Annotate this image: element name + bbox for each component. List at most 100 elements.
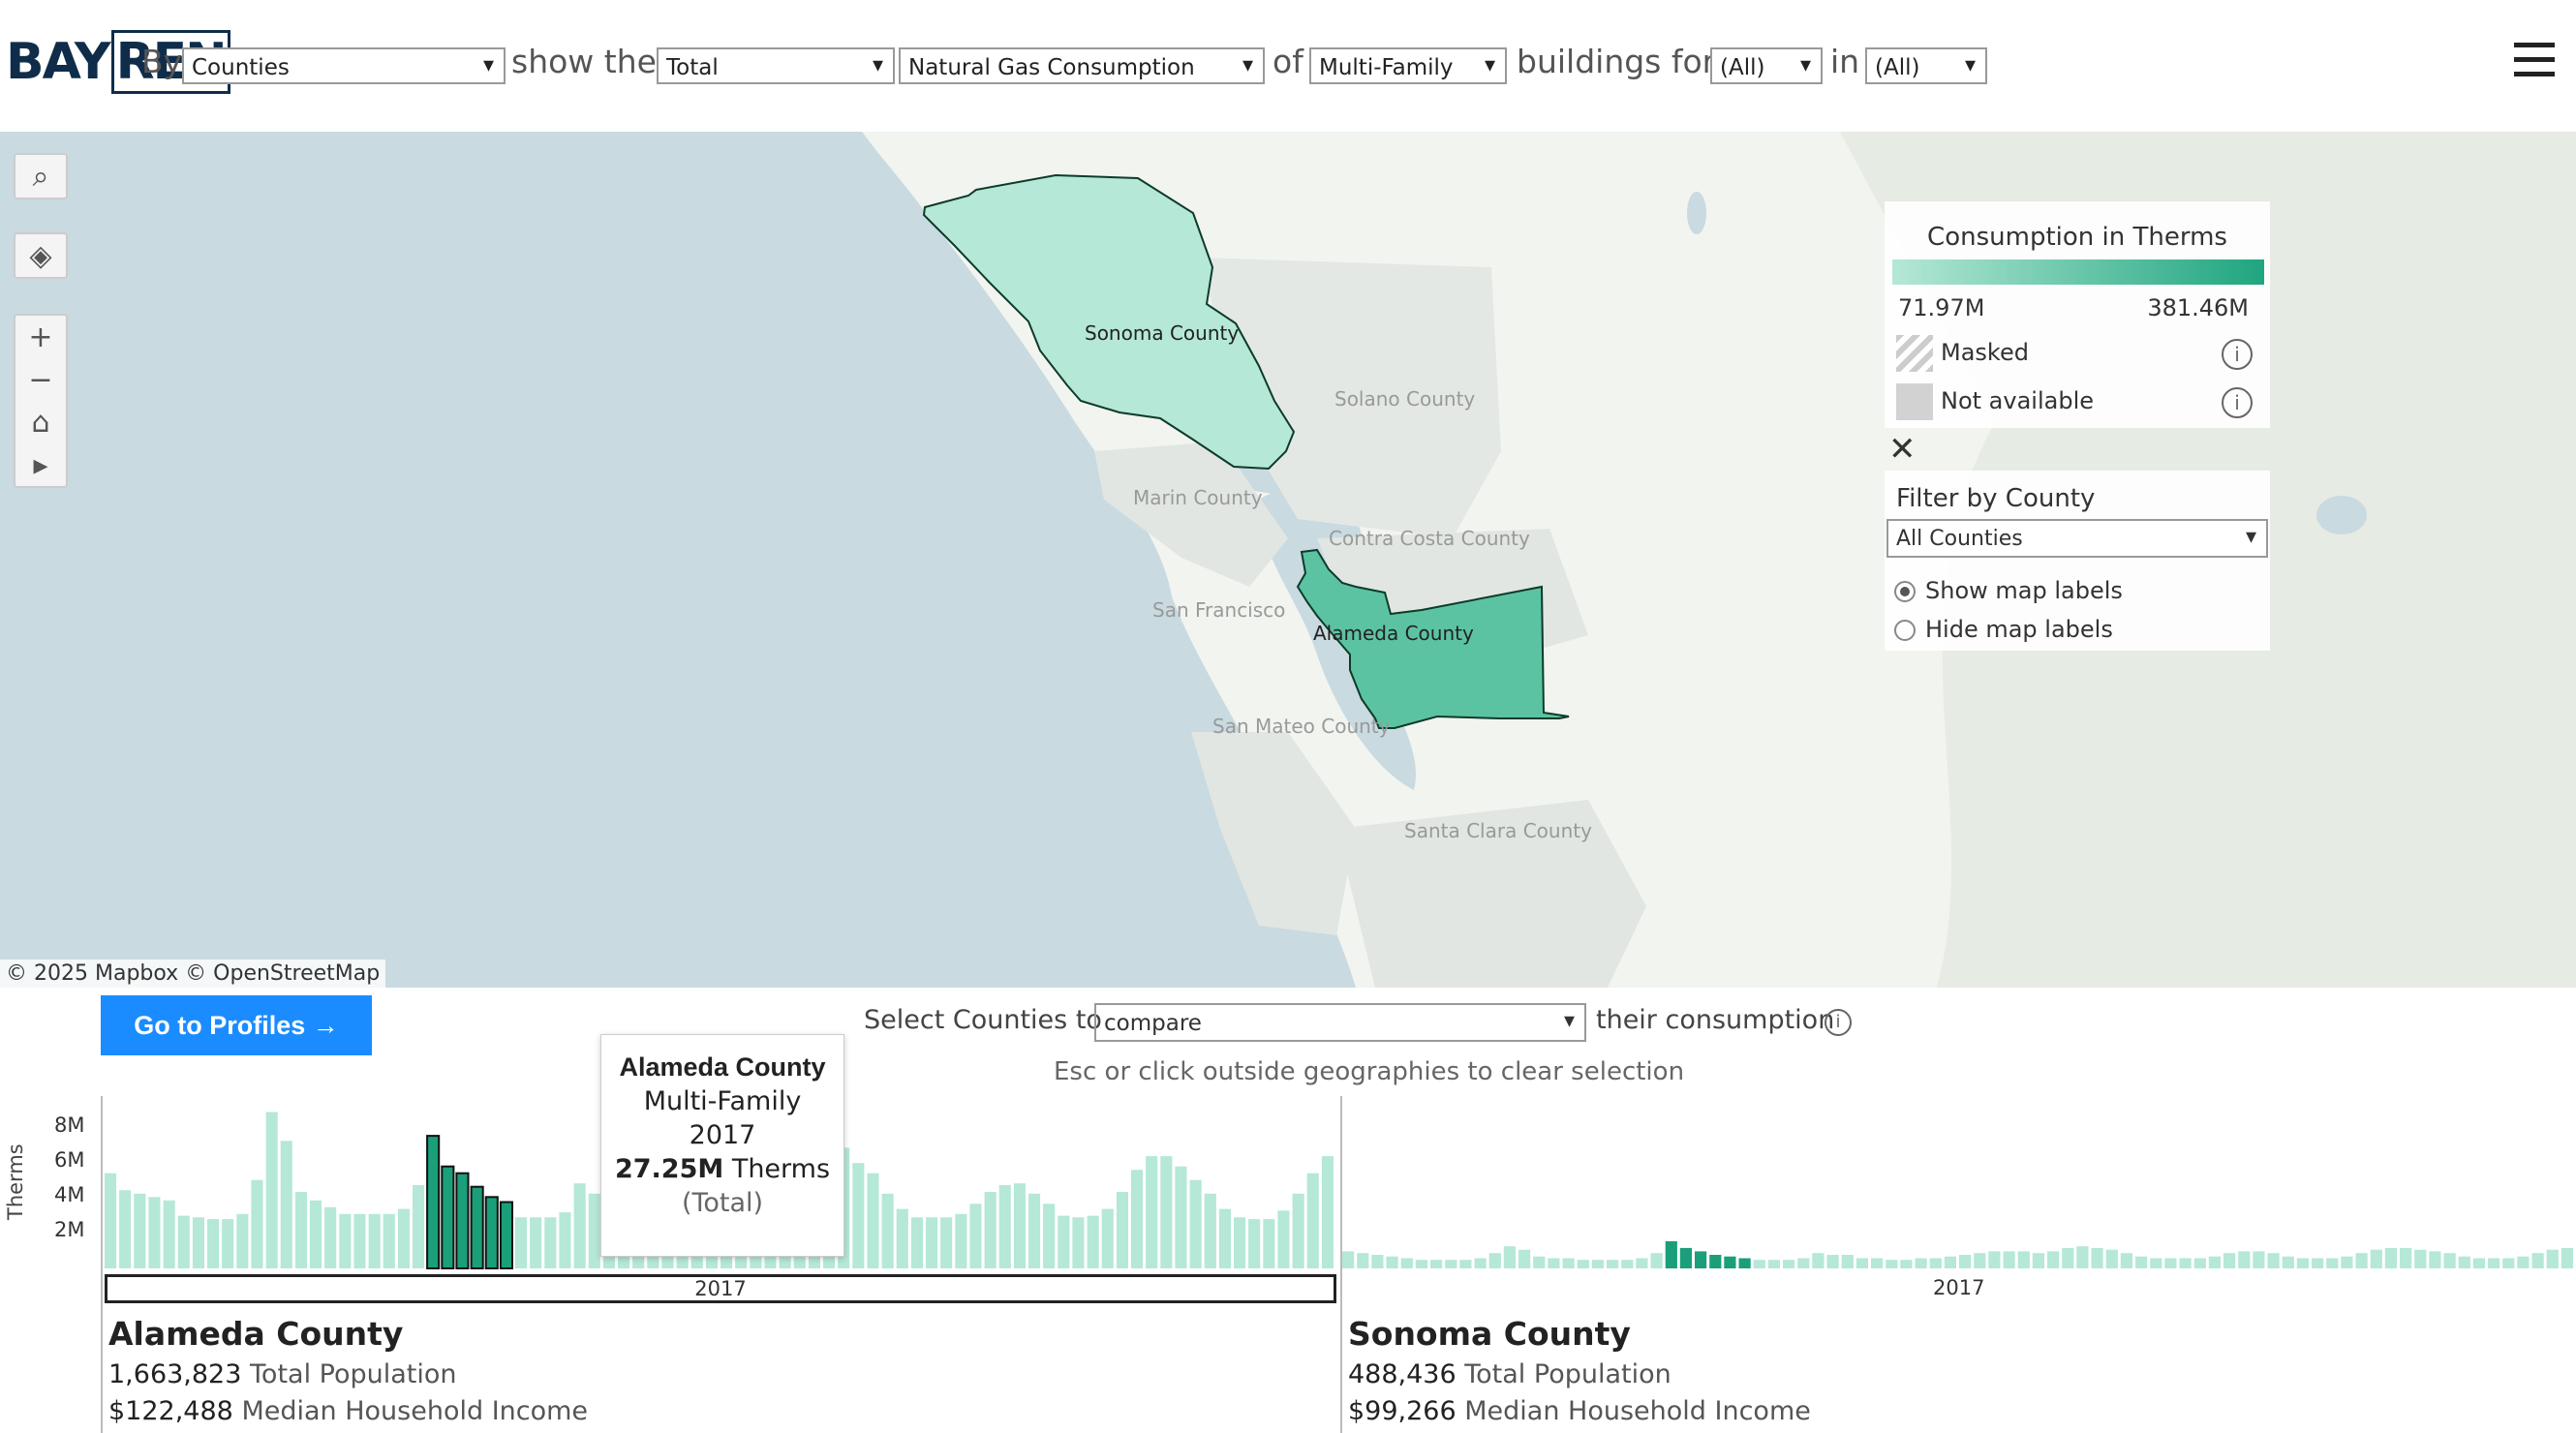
chart-bar[interactable] (926, 1217, 938, 1268)
for-select[interactable]: (All) (1710, 47, 1823, 84)
chart-bar[interactable] (1277, 1210, 1290, 1268)
zoom-out-icon[interactable]: − (15, 358, 66, 401)
play-icon[interactable]: ▸ (15, 443, 66, 486)
radio-selected-icon[interactable] (1894, 581, 1916, 602)
chart-bar[interactable] (1709, 1255, 1722, 1268)
chart-bar[interactable] (1445, 1260, 1457, 1268)
chart-bar[interactable] (1503, 1246, 1516, 1268)
chart-bar[interactable] (222, 1219, 234, 1268)
building-type-select[interactable]: Multi-Family (1309, 47, 1507, 84)
chart-bar[interactable] (1974, 1253, 1986, 1268)
layers-icon[interactable]: ◈ (15, 234, 66, 277)
chart-bar[interactable] (499, 1201, 514, 1269)
chart-bar[interactable] (207, 1219, 220, 1268)
chart-bar[interactable] (940, 1217, 953, 1268)
chart-bar[interactable] (984, 1192, 997, 1268)
chart-bar[interactable] (119, 1190, 132, 1268)
chart-bar[interactable] (1175, 1166, 1187, 1268)
chart-bar[interactable] (2517, 1256, 2530, 1268)
chart-bar[interactable] (2546, 1249, 2559, 1268)
chart-bar[interactable] (1386, 1256, 1398, 1268)
chart-bar[interactable] (1753, 1260, 1765, 1268)
chart-bar[interactable] (1028, 1193, 1041, 1268)
chart-bar[interactable] (426, 1135, 441, 1269)
chart-bar[interactable] (134, 1193, 146, 1268)
chart-bar[interactable] (2238, 1251, 2251, 1268)
chart-bar[interactable] (2502, 1258, 2515, 1269)
chart-bar[interactable] (1013, 1183, 1026, 1268)
year-label-right[interactable]: 2017 (1933, 1276, 1984, 1299)
chart-bar[interactable] (1636, 1258, 1648, 1269)
chart-bar[interactable] (1988, 1251, 2001, 1268)
chart-bar[interactable] (294, 1192, 307, 1268)
menu-icon[interactable] (2514, 43, 2555, 86)
chart-bar[interactable] (515, 1217, 528, 1268)
chart-bar[interactable] (1204, 1193, 1216, 1268)
chart-bar[interactable] (896, 1208, 908, 1268)
chart-bar[interactable] (1058, 1215, 1070, 1268)
chart-bar[interactable] (236, 1213, 249, 1268)
chart-bar[interactable] (2443, 1253, 2456, 1268)
chart-bar[interactable] (2267, 1253, 2280, 1268)
chart-bar[interactable] (2472, 1258, 2485, 1269)
chart-bar[interactable] (1797, 1258, 1810, 1269)
chart-bar[interactable] (559, 1212, 571, 1268)
chart-bar[interactable] (470, 1185, 484, 1269)
chart-bar[interactable] (2312, 1258, 2324, 1269)
chart-bar[interactable] (1459, 1260, 1472, 1268)
chart-bar[interactable] (544, 1217, 557, 1268)
chart-bar[interactable] (588, 1193, 600, 1268)
chart-bar[interactable] (1607, 1260, 1619, 1268)
chart-bar[interactable] (1263, 1219, 1275, 1268)
chart-bar[interactable] (1665, 1240, 1677, 1268)
chart-bar[interactable] (1248, 1219, 1261, 1268)
chart-bar[interactable] (969, 1204, 982, 1268)
chart-bar[interactable] (455, 1172, 470, 1269)
chart-bar[interactable] (2150, 1258, 2162, 1269)
chart-bar[interactable] (2105, 1249, 2118, 1268)
chart-bar[interactable] (1131, 1170, 1144, 1268)
chart-bar[interactable] (1944, 1256, 1956, 1268)
chart-bar[interactable] (163, 1200, 175, 1268)
chart-bar[interactable] (1189, 1179, 1202, 1268)
chart-bar[interactable] (2091, 1247, 2103, 1268)
map-label-san-francisco[interactable]: San Francisco (1152, 598, 1285, 622)
chart-bar[interactable] (484, 1196, 499, 1269)
chart-bar[interactable] (2076, 1246, 2089, 1268)
chart-bar[interactable] (1679, 1247, 1692, 1268)
chart-bar[interactable] (2326, 1258, 2339, 1269)
chart-bar[interactable] (1146, 1156, 1158, 1268)
chart-bar[interactable] (1234, 1217, 1246, 1268)
chart-bar[interactable] (1518, 1249, 1531, 1268)
chart-bar[interactable] (2429, 1251, 2441, 1268)
chart-bar[interactable] (1855, 1258, 1868, 1269)
chart-bar[interactable] (339, 1213, 352, 1268)
chart-bar[interactable] (1826, 1255, 1839, 1268)
chart-bar[interactable] (1724, 1256, 1736, 1268)
chart-bar[interactable] (2223, 1253, 2236, 1268)
chart-bar[interactable] (413, 1185, 425, 1268)
chart-bar[interactable] (1959, 1255, 1972, 1268)
search-control[interactable]: ⌕ (14, 153, 68, 199)
chart-bar[interactable] (2179, 1258, 2192, 1269)
map-label-sonoma[interactable]: Sonoma County (1085, 321, 1239, 345)
chart-bar[interactable] (1695, 1251, 1707, 1268)
chart-bar[interactable] (2282, 1256, 2294, 1268)
chart-bar[interactable] (1562, 1258, 1575, 1269)
chart-bar[interactable] (1900, 1260, 1913, 1268)
chart-bar[interactable] (1306, 1173, 1319, 1268)
info-icon[interactable]: i (2222, 339, 2253, 370)
info-icon[interactable]: i (2222, 387, 2253, 418)
chart-bar[interactable] (2400, 1247, 2412, 1268)
chart-bar[interactable] (1218, 1208, 1231, 1268)
chart-bar[interactable] (1548, 1258, 1560, 1269)
chart-bar[interactable] (1101, 1208, 1114, 1268)
chart-bar[interactable] (852, 1163, 865, 1268)
chart-bar[interactable] (441, 1165, 455, 1269)
chart-bar[interactable] (1871, 1258, 1884, 1269)
chart-bar[interactable] (573, 1183, 586, 1268)
chart-bar[interactable] (881, 1193, 894, 1268)
chart-bar[interactable] (251, 1179, 263, 1268)
chart-bar[interactable] (1929, 1258, 1942, 1269)
chart-bar[interactable] (1591, 1260, 1604, 1268)
